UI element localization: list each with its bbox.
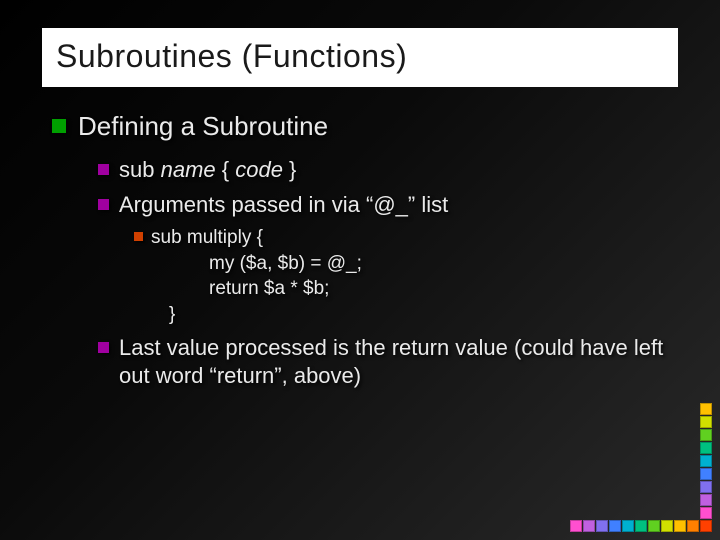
- bullet-level3: sub multiply { my ($a, $b) = @_; return …: [134, 225, 668, 328]
- lvl1-text: Defining a Subroutine: [78, 111, 328, 142]
- lvl3-group: sub multiply { my ($a, $b) = @_; return …: [98, 225, 668, 328]
- deco-row: [570, 442, 712, 454]
- bullet-level1: Defining a Subroutine: [52, 111, 668, 142]
- txt: sub: [119, 157, 161, 182]
- deco-square: [622, 520, 634, 532]
- lvl2-text: sub name { code }: [119, 156, 296, 185]
- deco-square: [596, 520, 608, 532]
- deco-row: [570, 416, 712, 428]
- deco-row: [570, 494, 712, 506]
- txt: }: [283, 157, 296, 182]
- lvl3-text: sub multiply { my ($a, $b) = @_; return …: [151, 225, 362, 328]
- lvl2-text: Arguments passed in via “@_” list: [119, 191, 448, 220]
- deco-square: [661, 520, 673, 532]
- code-line: sub multiply {: [151, 225, 362, 251]
- square-bullet-icon: [98, 199, 109, 210]
- deco-square: [700, 403, 712, 415]
- deco-square: [700, 494, 712, 506]
- deco-square: [609, 520, 621, 532]
- italic: code: [235, 157, 283, 182]
- deco-square: [635, 520, 647, 532]
- deco-square: [648, 520, 660, 532]
- deco-square: [700, 481, 712, 493]
- deco-row: [570, 468, 712, 480]
- italic: name: [161, 157, 216, 182]
- deco-row: [570, 455, 712, 467]
- square-bullet-icon: [98, 342, 109, 353]
- square-bullet-icon: [134, 232, 143, 241]
- lvl2-text: Last value processed is the return value…: [119, 334, 668, 391]
- square-bullet-icon: [98, 164, 109, 175]
- decorative-color-squares: [570, 403, 712, 532]
- code-line: return $a * $b;: [151, 276, 362, 302]
- deco-square: [674, 520, 686, 532]
- square-bullet-icon: [52, 119, 66, 133]
- txt: {: [216, 157, 236, 182]
- slide: Subroutines (Functions) Defining a Subro…: [0, 0, 720, 540]
- slide-title: Subroutines (Functions): [42, 28, 678, 87]
- deco-row: [570, 481, 712, 493]
- deco-row: [570, 507, 712, 519]
- deco-row: [570, 429, 712, 441]
- slide-body: Defining a Subroutine sub name { code } …: [52, 111, 668, 391]
- deco-square: [583, 520, 595, 532]
- deco-row: [570, 520, 712, 532]
- deco-square: [570, 520, 582, 532]
- lvl2-group: sub name { code } Arguments passed in vi…: [52, 156, 668, 391]
- bullet-level2: Last value processed is the return value…: [98, 334, 668, 391]
- code-line: my ($a, $b) = @_;: [151, 251, 362, 277]
- code-line: }: [151, 302, 362, 328]
- bullet-level2: Arguments passed in via “@_” list: [98, 191, 668, 220]
- deco-square: [687, 520, 699, 532]
- bullet-level2: sub name { code }: [98, 156, 668, 185]
- deco-square: [700, 429, 712, 441]
- deco-row: [570, 403, 712, 415]
- deco-square: [700, 507, 712, 519]
- deco-square: [700, 442, 712, 454]
- deco-square: [700, 416, 712, 428]
- deco-square: [700, 520, 712, 532]
- deco-square: [700, 468, 712, 480]
- deco-square: [700, 455, 712, 467]
